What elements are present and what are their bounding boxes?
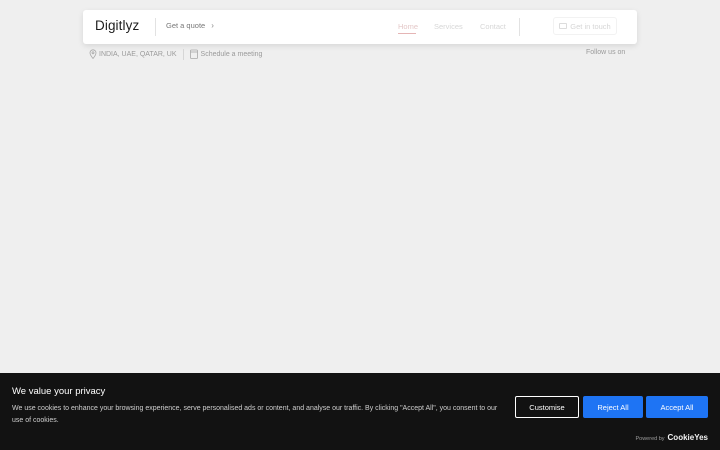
logo[interactable]: Digitlyz <box>95 18 139 33</box>
info-divider <box>182 48 184 60</box>
cookie-title: We value your privacy <box>12 386 106 397</box>
cookieyes-logo: CookieYes <box>667 433 708 442</box>
schedule-meeting-link[interactable]: Schedule a meeting <box>201 51 263 58</box>
cookie-banner: We value your privacy We use cookies to … <box>0 373 720 450</box>
page: Digitlyz Get a quote › Home Services Con… <box>0 0 720 450</box>
reject-all-button[interactable]: Reject All <box>583 396 643 418</box>
nav-home[interactable]: Home <box>398 22 418 31</box>
get-in-touch-label: Get in touch <box>570 21 611 31</box>
mail-icon <box>559 23 568 29</box>
follow-us-text: Follow us on <box>586 49 626 56</box>
customise-button[interactable]: Customise <box>515 396 579 418</box>
info-row: INDIA, UAE, QATAR, UK Schedule a meeting <box>89 48 262 60</box>
powered-by-label: Powered by <box>635 436 665 442</box>
accept-all-button[interactable]: Accept All <box>646 396 708 418</box>
header-bar: Digitlyz Get a quote › Home Services Con… <box>83 10 637 44</box>
nav-contact[interactable]: Contact <box>480 22 506 31</box>
location-pin-icon <box>89 49 97 59</box>
get-in-touch-button[interactable]: Get in touch <box>553 17 617 35</box>
cookie-description: We use cookies to enhance your browsing … <box>12 405 498 424</box>
nav-divider <box>519 18 520 36</box>
get-a-quote-link[interactable]: Get a quote › <box>166 21 214 30</box>
chevron-right-icon: › <box>211 21 214 30</box>
nav-home-underline <box>398 33 416 34</box>
header-divider <box>155 18 156 36</box>
get-a-quote-label: Get a quote <box>166 21 206 30</box>
calendar-icon <box>189 49 198 59</box>
powered-by[interactable]: Powered by CookieYes <box>635 433 708 442</box>
nav-services[interactable]: Services <box>434 22 463 31</box>
locations-text: INDIA, UAE, QATAR, UK <box>99 50 177 58</box>
